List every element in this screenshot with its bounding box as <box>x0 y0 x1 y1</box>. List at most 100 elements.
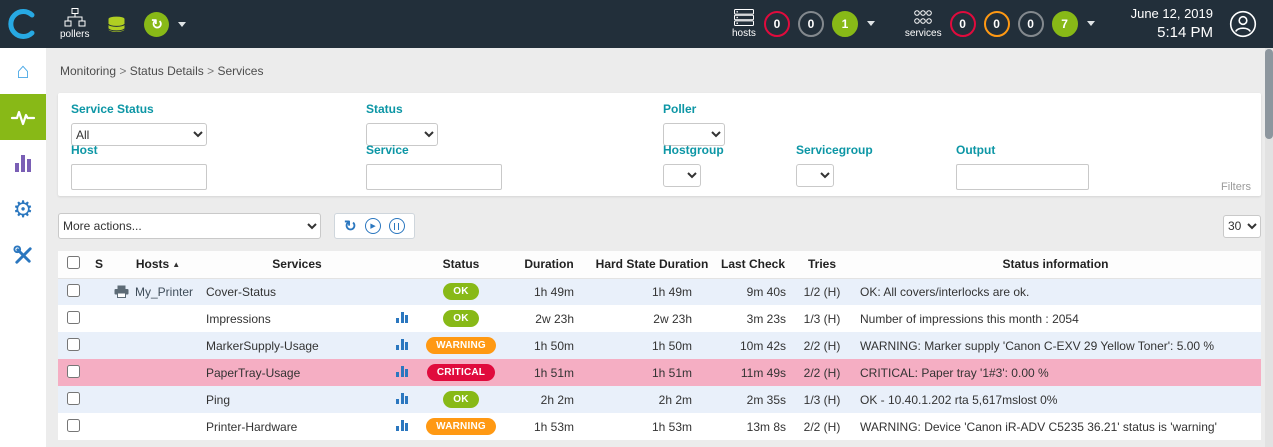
row-select-cell <box>58 278 88 305</box>
servicegroup-select[interactable] <box>796 164 834 187</box>
service-input[interactable] <box>366 164 502 190</box>
select-all-checkbox[interactable] <box>67 256 80 269</box>
hostgroup-select[interactable] <box>663 164 701 187</box>
row-checkbox[interactable] <box>67 365 80 378</box>
s-cell <box>88 359 110 386</box>
chevron-down-icon[interactable] <box>1087 21 1095 26</box>
vertical-scrollbar[interactable] <box>1265 48 1273 447</box>
servicegroup-field: Servicegroup <box>796 144 873 187</box>
services-status[interactable]: services <box>905 9 942 39</box>
graph-icon[interactable] <box>396 366 408 377</box>
last-check-cell: 13m 8s <box>712 413 794 440</box>
pollers-status[interactable]: pollers <box>60 8 89 40</box>
host-link[interactable]: My_Printer <box>110 285 206 299</box>
header-duration[interactable]: Duration <box>506 251 592 278</box>
host-cell <box>110 413 206 440</box>
hosts-status[interactable]: hosts <box>732 9 756 39</box>
refresh-icon: ↻ <box>151 17 163 31</box>
table-header-row: S Hosts▲ Services Status Duration Hard S… <box>58 251 1261 278</box>
service-name[interactable]: PaperTray-Usage <box>206 366 300 380</box>
header-hosts[interactable]: Hosts▲ <box>110 251 206 278</box>
host-cell: My_Printer <box>110 278 206 305</box>
row-checkbox[interactable] <box>67 284 80 297</box>
services-icon <box>913 9 933 26</box>
header-last-check[interactable]: Last Check <box>712 251 794 278</box>
play-button[interactable]: ▶ <box>365 218 381 234</box>
pause-button[interactable] <box>389 218 405 234</box>
filters-panel: Service Status All Status Poller Host Se… <box>58 93 1261 196</box>
page-size-select[interactable]: 30 <box>1223 215 1261 238</box>
hosts-icon <box>734 9 754 26</box>
breadcrumb-item[interactable]: Services <box>217 64 263 78</box>
topbar: pollers ↻ hosts <box>0 0 1273 48</box>
output-input[interactable] <box>956 164 1089 190</box>
service-name[interactable]: Printer-Hardware <box>206 420 297 434</box>
service-name[interactable]: Impressions <box>206 312 271 326</box>
host-cell <box>110 386 206 413</box>
service-name[interactable]: Ping <box>206 393 230 407</box>
status-counter[interactable]: 0 <box>1018 11 1044 37</box>
services-table-body: My_PrinterCover-StatusOK1h 49m1h 49m9m 4… <box>58 278 1261 440</box>
poller-ok-indicator[interactable]: ↻ <box>144 12 169 37</box>
row-checkbox[interactable] <box>67 338 80 351</box>
status-field: Status <box>366 103 438 146</box>
breadcrumb-item[interactable]: Status Details <box>130 64 204 78</box>
status-counter[interactable]: 0 <box>798 11 824 37</box>
scrollbar-thumb[interactable] <box>1265 49 1273 139</box>
status-counter[interactable]: 0 <box>984 11 1010 37</box>
breadcrumb-item[interactable]: Monitoring <box>60 64 116 78</box>
user-menu-button[interactable] <box>1229 10 1257 38</box>
graph-icon[interactable] <box>396 393 408 404</box>
sidebar-item-administration[interactable] <box>0 232 46 278</box>
header-tries[interactable]: Tries <box>794 251 850 278</box>
printer-glyph <box>114 285 129 298</box>
status-counter[interactable]: 1 <box>832 11 858 37</box>
refresh-button[interactable]: ↻ <box>344 219 357 234</box>
header-status[interactable]: Status <box>416 251 506 278</box>
host-name: My_Printer <box>135 285 193 299</box>
graph-icon[interactable] <box>396 339 408 350</box>
header-hard-state-duration[interactable]: Hard State Duration <box>592 251 712 278</box>
row-select-cell <box>58 413 88 440</box>
breadcrumb-separator: > <box>116 64 130 78</box>
chevron-down-icon[interactable] <box>867 21 875 26</box>
status-counter[interactable]: 0 <box>950 11 976 37</box>
user-icon <box>1229 10 1257 38</box>
service-name[interactable]: Cover-Status <box>206 285 276 299</box>
last-check-cell: 9m 40s <box>712 278 794 305</box>
chevron-down-icon[interactable] <box>178 22 186 27</box>
row-checkbox[interactable] <box>67 311 80 324</box>
status-counter[interactable]: 0 <box>764 11 790 37</box>
service-name[interactable]: MarkerSupply-Usage <box>206 339 319 353</box>
host-input[interactable] <box>71 164 207 190</box>
breadcrumb: Monitoring > Status Details > Services <box>60 64 1261 78</box>
sidebar-item-monitoring[interactable] <box>0 94 46 140</box>
header-services[interactable]: Services <box>206 251 388 278</box>
header-status-information[interactable]: Status information <box>850 251 1261 278</box>
status-counter[interactable]: 7 <box>1052 11 1078 37</box>
pollers-label: pollers <box>60 30 89 40</box>
database-status[interactable] <box>107 16 126 33</box>
status-cell: WARNING <box>416 413 506 440</box>
row-checkbox[interactable] <box>67 392 80 405</box>
graph-cell <box>388 332 416 359</box>
status-cell: CRITICAL <box>416 359 506 386</box>
centreon-logo[interactable] <box>0 0 46 48</box>
sidebar-item-reporting[interactable] <box>0 140 46 186</box>
topbar-right-cluster: hosts 001 services 0007 June 12, 2019 5:… <box>718 6 1273 42</box>
header-s[interactable]: S <box>88 251 110 278</box>
row-checkbox[interactable] <box>67 419 80 432</box>
services-status-group: services 0007 <box>905 9 1095 39</box>
status-information-cell: OK - 10.40.1.202 rta 5,617mslost 0% <box>850 386 1261 413</box>
sidebar-item-home[interactable]: ⌂ <box>0 48 46 94</box>
sidebar-item-configuration[interactable]: ⚙ <box>0 186 46 232</box>
service-cell: Ping <box>206 386 388 413</box>
monitoring-pulse-icon <box>10 104 36 130</box>
status-label: Status <box>366 103 438 116</box>
graph-icon[interactable] <box>396 312 408 323</box>
status-badge: OK <box>443 283 478 300</box>
services-table: S Hosts▲ Services Status Duration Hard S… <box>58 251 1261 440</box>
pause-icon <box>394 223 399 230</box>
more-actions-select[interactable]: More actions... <box>58 213 321 239</box>
graph-icon[interactable] <box>396 420 408 431</box>
